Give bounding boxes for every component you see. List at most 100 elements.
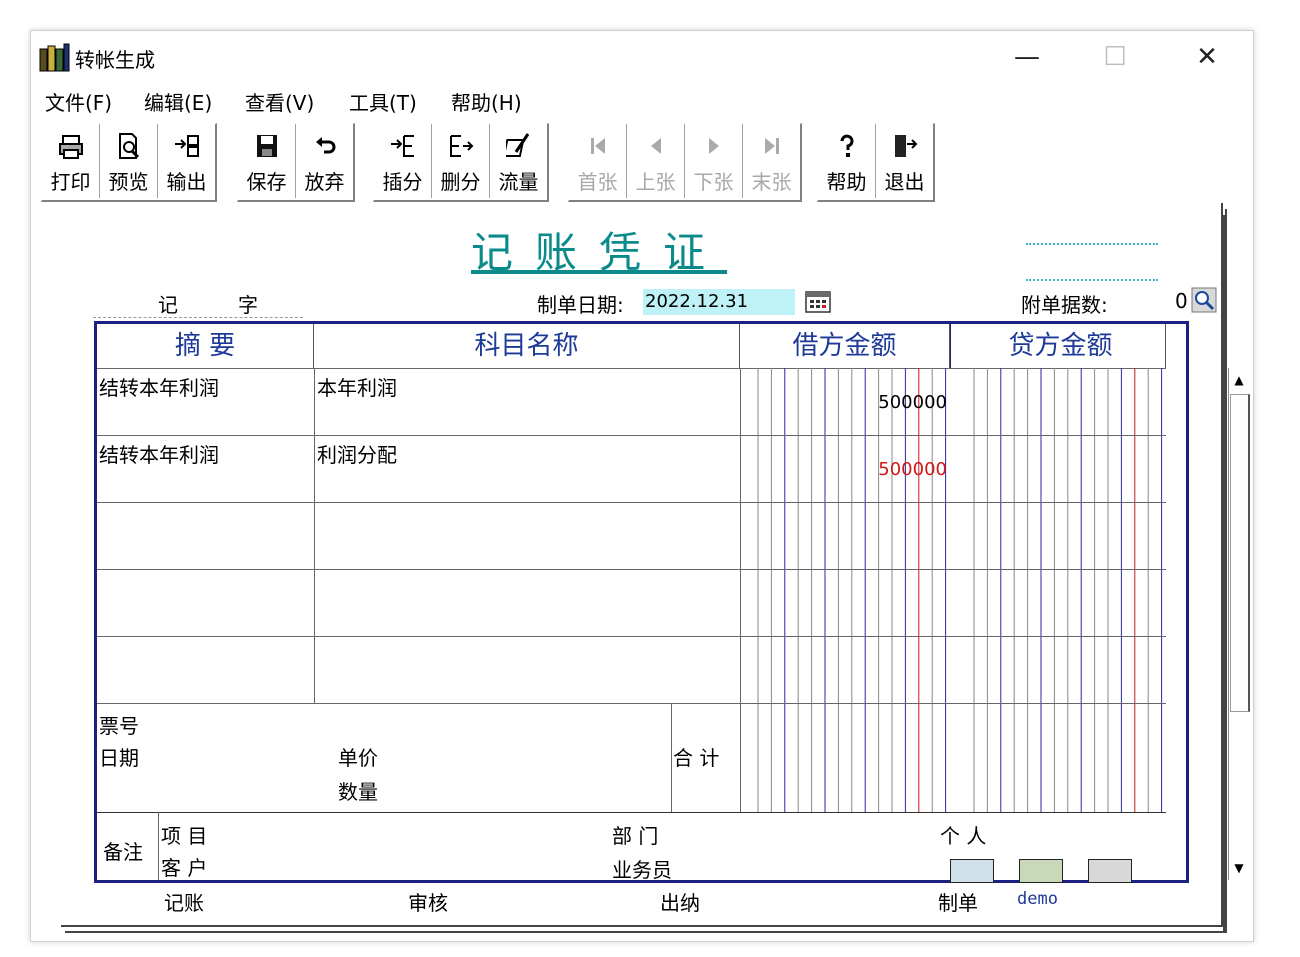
export-icon: [175, 135, 199, 157]
next-label: 下张: [693, 170, 734, 194]
delete-line-button[interactable]: 删分: [432, 124, 490, 198]
preview-icon: [119, 133, 140, 159]
row-line-3: [97, 569, 1166, 570]
toolbar-group-lines: 插分 删分 流量: [373, 123, 549, 202]
audit-label: 审核: [408, 891, 448, 915]
print-button[interactable]: 打印: [42, 124, 100, 198]
last-button[interactable]: 末张: [743, 124, 800, 198]
remark-top-line: [97, 812, 1166, 813]
row-2-account[interactable]: 利润分配: [317, 439, 397, 468]
card-icon[interactable]: [950, 859, 994, 883]
preview-label: 预览: [108, 170, 149, 194]
cashier-label: 出纳: [660, 891, 700, 915]
voucher-type-label-1[interactable]: 记: [158, 289, 178, 318]
unit-price-label: 单价: [338, 746, 378, 770]
row-2-debit[interactable]: 500000: [740, 459, 947, 480]
minimize-button[interactable]: —: [997, 39, 1057, 75]
exit-door-icon: [895, 135, 918, 157]
voucher-window: 转帐生成 — ☐ ✕ 文件(F) 编辑(E) 查看(V) 工具(T) 帮助(H)…: [30, 30, 1254, 942]
toolbar: 打印 预览 输出 保存 放弃 插分 删分 流量 首张 上张 下张 末张 帮助 退…: [41, 123, 1141, 203]
maker-label: 制单: [938, 891, 978, 915]
help-label: 帮助: [826, 170, 867, 194]
insert-line-button[interactable]: 插分: [374, 124, 432, 198]
scroll-up-arrow[interactable]: ▲: [1231, 372, 1247, 388]
close-button[interactable]: ✕: [1177, 39, 1237, 75]
undo-icon: [316, 137, 336, 154]
row-1-debit[interactable]: 500000: [740, 392, 947, 413]
ticket-date-label: 日期: [99, 746, 139, 770]
next-page-icon: [709, 138, 719, 154]
date-label: 制单日期:: [537, 293, 624, 317]
next-button[interactable]: 下张: [685, 124, 743, 198]
delete-row-icon: [450, 135, 474, 157]
row-1-account[interactable]: 本年利润: [317, 372, 397, 401]
maker-value: demo: [1017, 889, 1058, 909]
last-page-icon: [765, 138, 779, 154]
col-line-summary: [314, 368, 315, 703]
voucher-type-underline: [93, 317, 303, 318]
date-field[interactable]: 2022.12.31: [643, 289, 795, 315]
vertical-scrollbar[interactable]: ▲ ▼: [1228, 368, 1250, 880]
printer-icon: [59, 135, 83, 159]
preview-button[interactable]: 预览: [100, 124, 158, 198]
ticket-no-label: 票号: [99, 714, 139, 738]
row-1-summary[interactable]: 结转本年利润: [99, 372, 219, 401]
attachments-label: 附单据数:: [1021, 293, 1108, 317]
summary-header: 摘 要: [97, 324, 314, 368]
app-books-icon: [39, 43, 70, 72]
customer-label[interactable]: 客 户: [161, 852, 207, 881]
last-label: 末张: [751, 170, 792, 194]
first-page-icon: [591, 138, 605, 154]
row-line-5: [97, 703, 1166, 704]
menu-help[interactable]: 帮助(H): [451, 87, 522, 116]
menu-edit[interactable]: 编辑(E): [144, 87, 212, 116]
menu-tools[interactable]: 工具(T): [349, 87, 417, 116]
cash-flow-label: 流量: [498, 170, 539, 194]
save-label: 保存: [246, 170, 287, 194]
person-label[interactable]: 个 人: [940, 820, 986, 849]
maximize-button[interactable]: ☐: [1085, 39, 1145, 75]
dotted-line-2: [1026, 279, 1158, 281]
first-button[interactable]: 首张: [569, 124, 627, 198]
discard-button[interactable]: 放弃: [296, 124, 353, 198]
toolbar-group-output: 打印 预览 输出: [41, 123, 217, 202]
money-icon[interactable]: [1019, 859, 1063, 883]
row-line-4: [97, 636, 1166, 637]
toolbar-group-navigation: 首张 上张 下张 末张: [568, 123, 802, 202]
delete-line-label: 删分: [440, 170, 481, 194]
edit-icon[interactable]: [1088, 859, 1132, 883]
total-separator: [671, 703, 672, 812]
floppy-icon: [257, 135, 277, 157]
attachments-search-icon[interactable]: [1191, 287, 1217, 313]
scroll-thumb[interactable]: [1230, 394, 1250, 712]
row-line-1: [97, 435, 1166, 436]
attachments-count[interactable]: 0: [1175, 289, 1188, 313]
window-title: 转帐生成: [75, 48, 155, 72]
export-button[interactable]: 输出: [158, 124, 215, 198]
salesperson-label[interactable]: 业务员: [612, 854, 672, 883]
save-button[interactable]: 保存: [238, 124, 296, 198]
col-line-account: [740, 368, 741, 812]
voucher-title: 记账凭证: [471, 228, 728, 277]
department-label[interactable]: 部 门: [612, 820, 658, 849]
header-separator: [950, 324, 951, 368]
dotted-line-1: [1026, 243, 1158, 245]
account-header: 科目名称: [314, 324, 740, 368]
quantity-label: 数量: [338, 780, 378, 804]
scroll-down-arrow[interactable]: ▼: [1231, 860, 1247, 876]
menu-file[interactable]: 文件(F): [45, 87, 112, 116]
row-2-summary[interactable]: 结转本年利润: [99, 439, 219, 468]
prev-button[interactable]: 上张: [627, 124, 685, 198]
menu-view[interactable]: 查看(V): [245, 87, 314, 116]
remark-separator: [158, 812, 159, 880]
prev-label: 上张: [635, 170, 676, 194]
title-bar: 转帐生成 — ☐ ✕: [31, 31, 1253, 83]
discard-label: 放弃: [304, 170, 345, 194]
calendar-icon[interactable]: [804, 289, 832, 315]
debit-header: 借方金额: [740, 324, 950, 368]
cash-flow-button[interactable]: 流量: [490, 124, 547, 198]
project-label[interactable]: 项 目: [161, 820, 207, 849]
help-button[interactable]: 帮助: [818, 124, 876, 198]
exit-button[interactable]: 退出: [876, 124, 933, 198]
row-line-2: [97, 502, 1166, 503]
